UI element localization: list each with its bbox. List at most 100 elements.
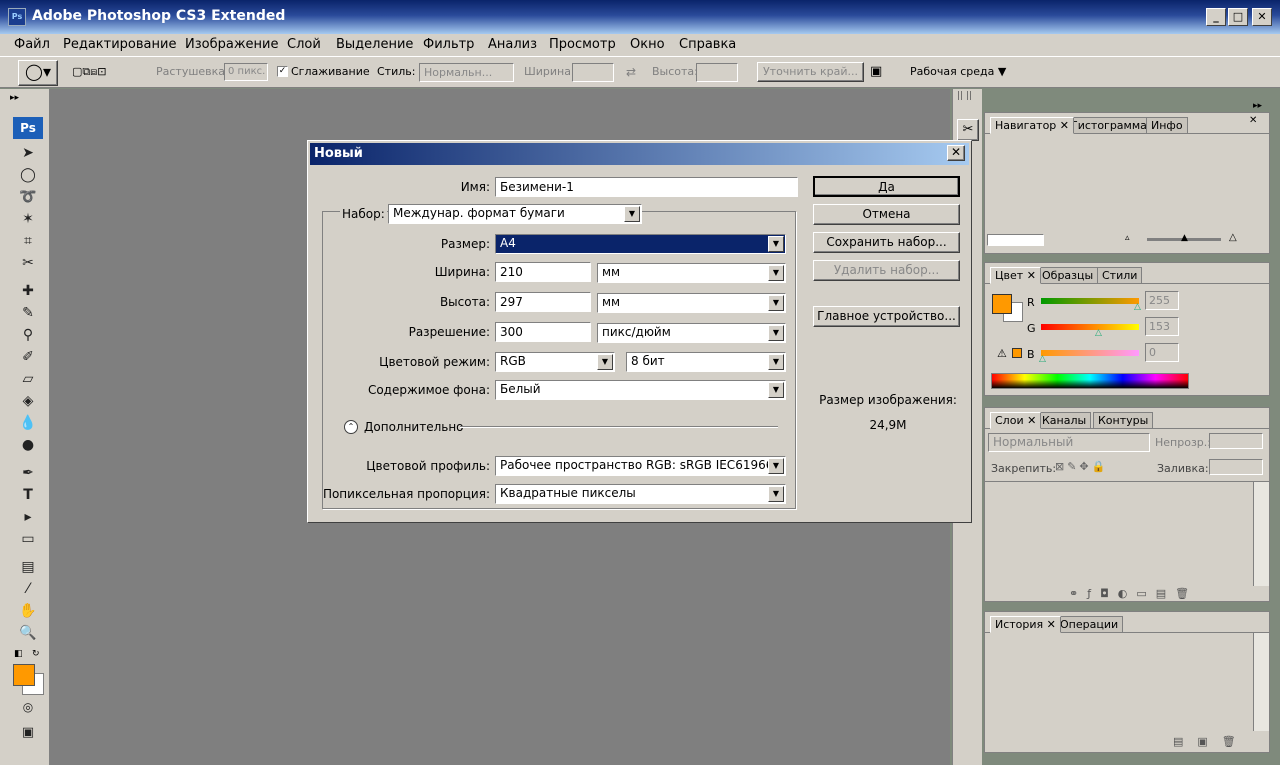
clone-stamp-tool-icon[interactable]: ⚲ xyxy=(14,325,42,345)
panel-collapse-icon[interactable]: ▸▸ xyxy=(1253,101,1262,111)
lock-icons[interactable]: ⊠✎✥🔒 xyxy=(1055,460,1108,473)
gamut-warning-icon[interactable]: ⚠ xyxy=(997,347,1007,360)
path-selection-tool-icon[interactable]: ▸ xyxy=(14,507,42,527)
resolution-unit-select[interactable]: пикс/дюйм ▼ xyxy=(597,323,786,343)
tool-presets-icon[interactable]: ✂ xyxy=(957,119,979,141)
menu-select[interactable]: Выделение xyxy=(330,34,419,56)
workspace-menu[interactable]: Рабочая среда ▼ xyxy=(910,65,1006,78)
brush-tool-icon[interactable]: ✎ xyxy=(14,303,42,323)
height-unit-select[interactable]: мм ▼ xyxy=(597,293,786,313)
type-tool-icon[interactable]: T xyxy=(14,485,42,505)
fill-input[interactable] xyxy=(1209,459,1263,475)
resolution-input[interactable]: 300 xyxy=(495,322,591,342)
preset-select[interactable]: Междунар. формат бумаги ▼ xyxy=(388,204,642,224)
width-unit-select[interactable]: мм ▼ xyxy=(597,263,786,283)
photoshop-logo[interactable]: Ps xyxy=(13,117,43,139)
ok-button[interactable]: Да xyxy=(813,176,960,197)
dialog-close-button[interactable]: ✕ xyxy=(947,145,965,161)
crop-tool-icon[interactable]: ⌗ xyxy=(14,231,42,251)
history-footer-icons[interactable]: ▤▣🗑 xyxy=(1173,735,1250,748)
b-slider-thumb[interactable]: △ xyxy=(1039,354,1046,364)
move-tool-icon[interactable]: ➤ xyxy=(14,143,42,163)
tab-channels[interactable]: Каналы xyxy=(1037,412,1092,429)
advanced-toggle-icon[interactable]: ⌃ xyxy=(344,420,358,434)
tab-info[interactable]: Инфо xyxy=(1146,117,1188,134)
menu-window[interactable]: Окно xyxy=(624,34,671,56)
gamut-swatch[interactable] xyxy=(1012,348,1022,358)
ellipse-marquee-preset-button[interactable]: ◯▾ xyxy=(18,60,58,86)
minimize-button[interactable]: _ xyxy=(1206,8,1226,26)
g-slider-thumb[interactable]: △ xyxy=(1095,328,1102,338)
color-mode-select[interactable]: RGB ▼ xyxy=(495,352,615,372)
device-central-button[interactable]: Главное устройство... xyxy=(813,306,960,327)
menu-filter[interactable]: Фильтр xyxy=(417,34,480,56)
dock-grip-icon[interactable]: || || xyxy=(957,91,972,101)
tab-styles[interactable]: Стили xyxy=(1097,267,1143,284)
r-slider-thumb[interactable]: △ xyxy=(1134,302,1141,312)
r-value-input[interactable]: 255 xyxy=(1145,291,1179,310)
b-slider[interactable] xyxy=(1041,350,1139,356)
width-input[interactable]: 210 xyxy=(495,262,591,282)
tab-paths[interactable]: Контуры xyxy=(1093,412,1154,429)
advanced-label[interactable]: Дополнительно xyxy=(364,420,464,434)
screen-mode-icon[interactable]: ▣ xyxy=(14,723,42,743)
color-ramp[interactable] xyxy=(991,373,1189,389)
menu-image[interactable]: Изображение xyxy=(179,34,284,56)
lasso-tool-icon[interactable]: ➰ xyxy=(14,187,42,207)
zoom-in-icon[interactable]: △ xyxy=(1229,232,1237,243)
slice-tool-icon[interactable]: ✂ xyxy=(14,253,42,273)
zoom-tool-icon[interactable]: 🔍 xyxy=(14,623,42,643)
width-input[interactable] xyxy=(572,63,614,82)
opacity-input[interactable] xyxy=(1209,433,1263,449)
tab-layers[interactable]: Слои ✕ xyxy=(990,412,1042,429)
foreground-color-swatch[interactable] xyxy=(13,664,35,686)
menu-file[interactable]: Файл xyxy=(8,34,56,56)
g-slider[interactable] xyxy=(1041,324,1139,330)
history-brush-tool-icon[interactable]: ✐ xyxy=(14,347,42,367)
magic-wand-tool-icon[interactable]: ✶ xyxy=(14,209,42,229)
pen-tool-icon[interactable]: ✒ xyxy=(14,463,42,483)
history-scrollbar[interactable] xyxy=(1253,633,1269,731)
blend-mode-select[interactable]: Нормальный xyxy=(988,433,1150,452)
style-select[interactable]: Нормальн... xyxy=(419,63,514,82)
refine-edge-button[interactable]: Уточнить край... xyxy=(757,62,864,82)
selection-mode-icons[interactable]: ▢⧉⧈⊡ xyxy=(72,65,106,79)
name-input[interactable]: Безимени-1 xyxy=(495,177,798,197)
panel-menu-icon[interactable]: ✕ xyxy=(1249,115,1257,126)
height-input[interactable]: 297 xyxy=(495,292,591,312)
menu-analysis[interactable]: Анализ xyxy=(482,34,543,56)
feather-input[interactable]: 0 пикс. xyxy=(224,63,268,81)
color-profile-select[interactable]: Рабочее пространство RGB: sRGB IEC61966.… xyxy=(495,456,786,476)
background-select[interactable]: Белый ▼ xyxy=(495,380,786,400)
zoom-slider-thumb[interactable]: ▲ xyxy=(1181,233,1188,243)
bridge-icon[interactable]: ▣ xyxy=(870,64,882,79)
menu-layer[interactable]: Слой xyxy=(281,34,327,56)
zoom-out-icon[interactable]: ▵ xyxy=(1125,233,1130,243)
tab-navigator[interactable]: Навигатор ✕ xyxy=(990,117,1075,134)
antialias-checkbox[interactable]: ✓ xyxy=(277,66,288,77)
delete-preset-button[interactable]: Удалить набор... xyxy=(813,260,960,281)
default-colors-icon[interactable]: ◧ xyxy=(14,649,23,659)
blur-tool-icon[interactable]: 💧 xyxy=(14,413,42,433)
menu-edit[interactable]: Редактирование xyxy=(57,34,182,56)
swap-icon[interactable]: ⇄ xyxy=(626,65,636,79)
pixel-aspect-select[interactable]: Квадратные пикселы ▼ xyxy=(495,484,786,504)
healing-brush-tool-icon[interactable]: ✚ xyxy=(14,281,42,301)
tab-actions[interactable]: Операции xyxy=(1055,616,1124,633)
dodge-tool-icon[interactable]: ● xyxy=(14,435,42,455)
paint-bucket-tool-icon[interactable]: ◈ xyxy=(14,391,42,411)
quick-mask-icon[interactable]: ◎ xyxy=(14,697,42,717)
toolbox-collapse-icon[interactable]: ▸▸ xyxy=(10,93,19,103)
tab-swatches[interactable]: Образцы xyxy=(1037,267,1099,284)
cancel-button[interactable]: Отмена xyxy=(813,204,960,225)
tab-history[interactable]: История ✕ xyxy=(990,616,1061,633)
eraser-tool-icon[interactable]: ▱ xyxy=(14,369,42,389)
g-value-input[interactable]: 153 xyxy=(1145,317,1179,336)
ellipse-marquee-tool-icon[interactable]: ◯ xyxy=(14,165,42,185)
maximize-button[interactable]: □ xyxy=(1228,8,1248,26)
fg-color-swatch[interactable] xyxy=(992,294,1012,314)
swap-colors-icon[interactable]: ↻ xyxy=(32,649,40,659)
save-preset-button[interactable]: Сохранить набор... xyxy=(813,232,960,253)
notes-tool-icon[interactable]: ▤ xyxy=(14,557,42,577)
layers-footer-icons[interactable]: ⚭ƒ◘◐▭▤🗑 xyxy=(1069,587,1198,600)
